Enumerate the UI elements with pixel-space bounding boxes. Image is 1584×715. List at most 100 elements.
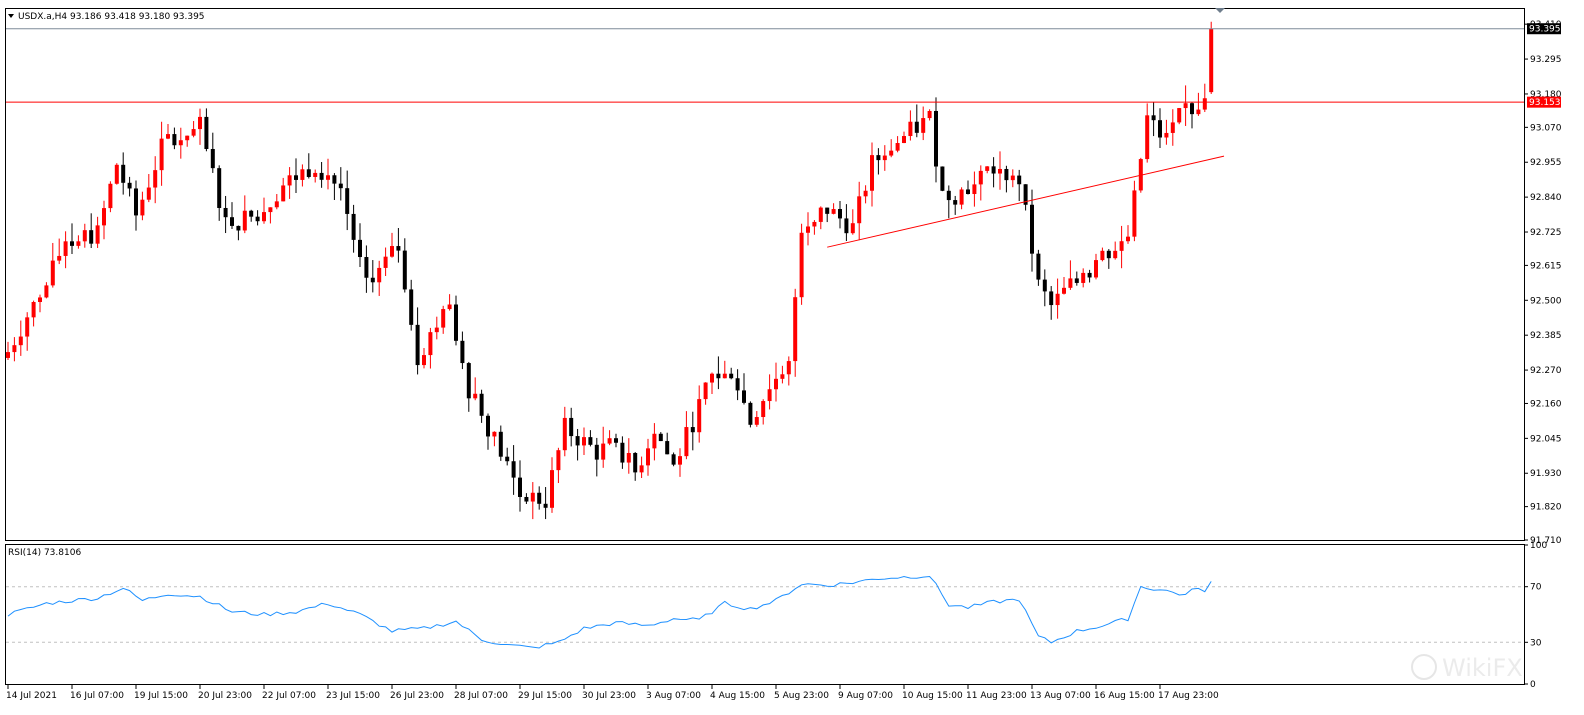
candle-body (652, 433, 657, 449)
candle-body (1209, 28, 1214, 93)
candle-body (1190, 103, 1194, 115)
candle-body (729, 373, 734, 379)
candle-body (460, 340, 465, 364)
candle-body (1196, 109, 1201, 115)
candle-body (991, 166, 996, 174)
candle-body (134, 188, 138, 216)
candle-body (812, 221, 817, 227)
candle-body (1151, 115, 1156, 121)
candle-body (908, 121, 913, 137)
candle-body (370, 277, 375, 283)
candle-body (767, 389, 772, 402)
candle-body (556, 450, 561, 471)
candle-body (76, 241, 81, 246)
mt4-chart-window: 93.41093.29593.18093.07092.95592.84092.7… (0, 0, 1584, 711)
candle-body (1113, 250, 1118, 259)
candle-body (1074, 278, 1079, 283)
candle-body (1017, 175, 1022, 185)
candle-body (620, 442, 625, 463)
main-chart-frame[interactable] (5, 8, 1525, 541)
candle-body (390, 246, 394, 257)
time-axis: 14 Jul 2021 16 Jul 07:00 19 Jul 15:00 20 Ju… (6, 684, 1219, 701)
candle-body (511, 461, 516, 478)
candle-body (742, 390, 746, 403)
candle-body (716, 373, 721, 379)
candle-body (703, 382, 708, 400)
candle-body (172, 134, 177, 146)
time-tick-label: 9 Aug 07:00 (838, 691, 893, 701)
candle-body (300, 169, 305, 180)
candle-body (255, 216, 260, 222)
rsi-axis: 100 70 30 0 (1524, 541, 1547, 690)
candle-body (140, 199, 145, 216)
candle-body (1055, 293, 1060, 306)
candle-body (844, 218, 849, 234)
price-tick-label: 91.930 (1530, 469, 1562, 479)
candle-body (217, 168, 222, 208)
candle-body (1087, 272, 1092, 278)
candle-body (914, 121, 919, 133)
price-tick-label: 92.840 (1530, 193, 1562, 203)
candle-body (178, 140, 183, 146)
rsi-header: RSI(14) 73.8106 (8, 548, 81, 558)
candle-body (639, 465, 644, 473)
candle-body (818, 207, 823, 222)
candle-body (774, 378, 778, 390)
candle-body (50, 260, 55, 286)
candle-body (185, 135, 190, 141)
time-tick-label: 11 Aug 23:00 (966, 691, 1027, 701)
time-tick-label: 4 Aug 15:00 (710, 691, 765, 701)
price-tick-label: 92.955 (1530, 158, 1562, 168)
candle-body (658, 433, 663, 442)
candle-body (799, 232, 804, 298)
time-tick-label: 29 Jul 15:00 (518, 691, 572, 701)
candle-body (294, 175, 298, 180)
price-tick-label: 92.270 (1530, 366, 1562, 376)
price-tick-label: 92.615 (1530, 261, 1562, 271)
candle-body (793, 297, 798, 362)
candle-body (895, 143, 900, 151)
time-tick-label: 14 Jul 2021 (6, 691, 57, 701)
candle-body (402, 250, 407, 290)
candle-body (806, 226, 810, 233)
candle-body (978, 170, 983, 185)
candle-body (940, 166, 945, 191)
candle-body (1100, 250, 1105, 261)
candle-body (831, 209, 836, 214)
candle-body (306, 169, 311, 177)
candle-body (889, 150, 894, 156)
candle-body (1145, 115, 1150, 160)
candle-body (466, 363, 471, 399)
candle-body (377, 267, 382, 283)
candle-body (601, 443, 606, 460)
candle-body (358, 239, 362, 258)
candle-body (882, 155, 887, 161)
price-tick-label: 91.820 (1530, 503, 1562, 513)
candle-body (1010, 175, 1015, 181)
candle-body (486, 415, 490, 437)
candle-body (230, 217, 234, 226)
candle-body (114, 164, 119, 184)
candle-body (236, 225, 241, 231)
candle-body (665, 441, 670, 455)
candle-body (588, 437, 593, 445)
chart-svg[interactable]: 93.41093.29593.18093.07092.95592.84092.7… (0, 0, 1584, 711)
candle-body (1183, 103, 1188, 109)
candle-body (1049, 291, 1054, 306)
candle-body (313, 172, 318, 177)
candle-body (422, 355, 426, 366)
price-tick-label: 92.725 (1530, 228, 1562, 238)
candle-body (108, 183, 113, 209)
candle-body (684, 427, 689, 457)
time-tick-label: 3 Aug 07:00 (646, 691, 701, 701)
rsi-tick-label: 0 (1530, 680, 1536, 690)
candle-body (927, 110, 932, 119)
candle-body (550, 470, 554, 508)
candle-body (690, 427, 695, 433)
candle-body (594, 444, 599, 460)
candle-body (870, 155, 874, 191)
rsi-panel-frame[interactable] (5, 544, 1525, 685)
candle-body (998, 168, 1002, 174)
candle-body (966, 189, 970, 195)
candle-body (582, 437, 586, 446)
